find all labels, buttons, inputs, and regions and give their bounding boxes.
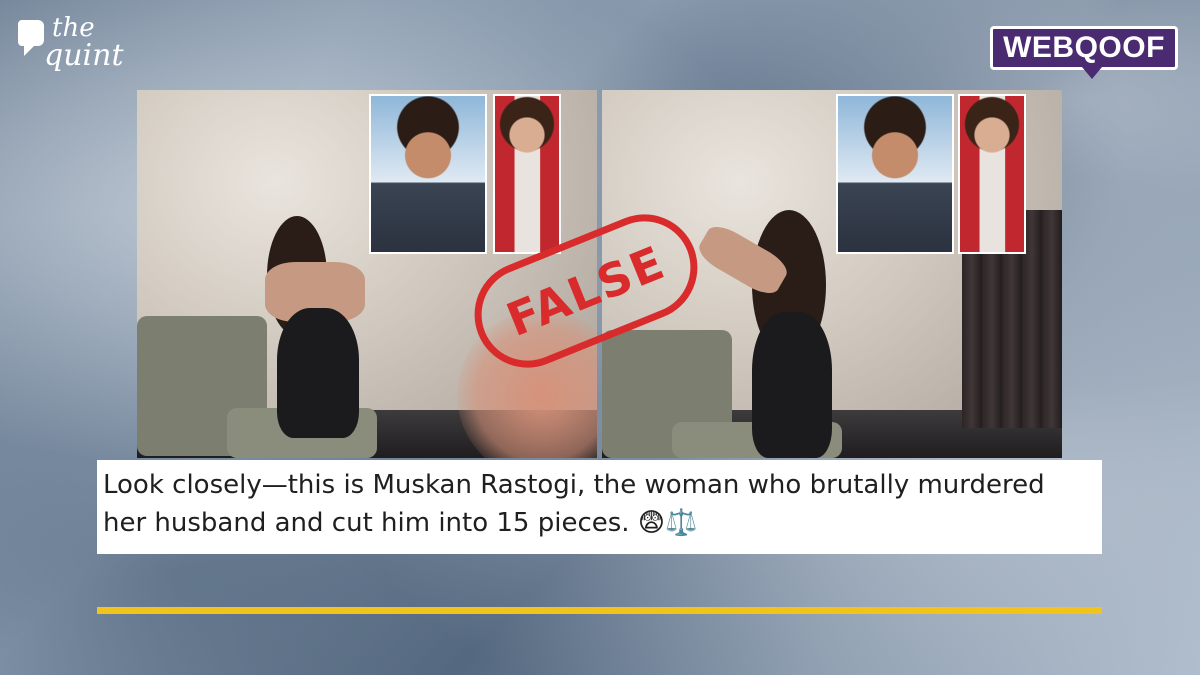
claim-caption: Look closely—this is Muskan Rastogi, the… [97, 460, 1102, 554]
webqoof-badge-tail [1082, 67, 1102, 79]
woman-dress [277, 308, 359, 438]
inset-photo-man [369, 94, 487, 254]
webqoof-badge: WEBQOOF [990, 26, 1178, 70]
accent-rule [97, 607, 1102, 614]
logo-text-quint: quint [44, 38, 124, 73]
inset-photo-woman [493, 94, 561, 254]
the-quint-logo: the quint [18, 14, 138, 76]
caption-text: Look closely—this is Muskan Rastogi, the… [103, 470, 1045, 538]
inset-photo-woman [958, 94, 1026, 254]
caption-emojis: 😨⚖️ [637, 508, 698, 538]
quint-quote-icon [18, 20, 44, 56]
woman-dress [752, 312, 832, 458]
inset-photo-man [836, 94, 954, 254]
